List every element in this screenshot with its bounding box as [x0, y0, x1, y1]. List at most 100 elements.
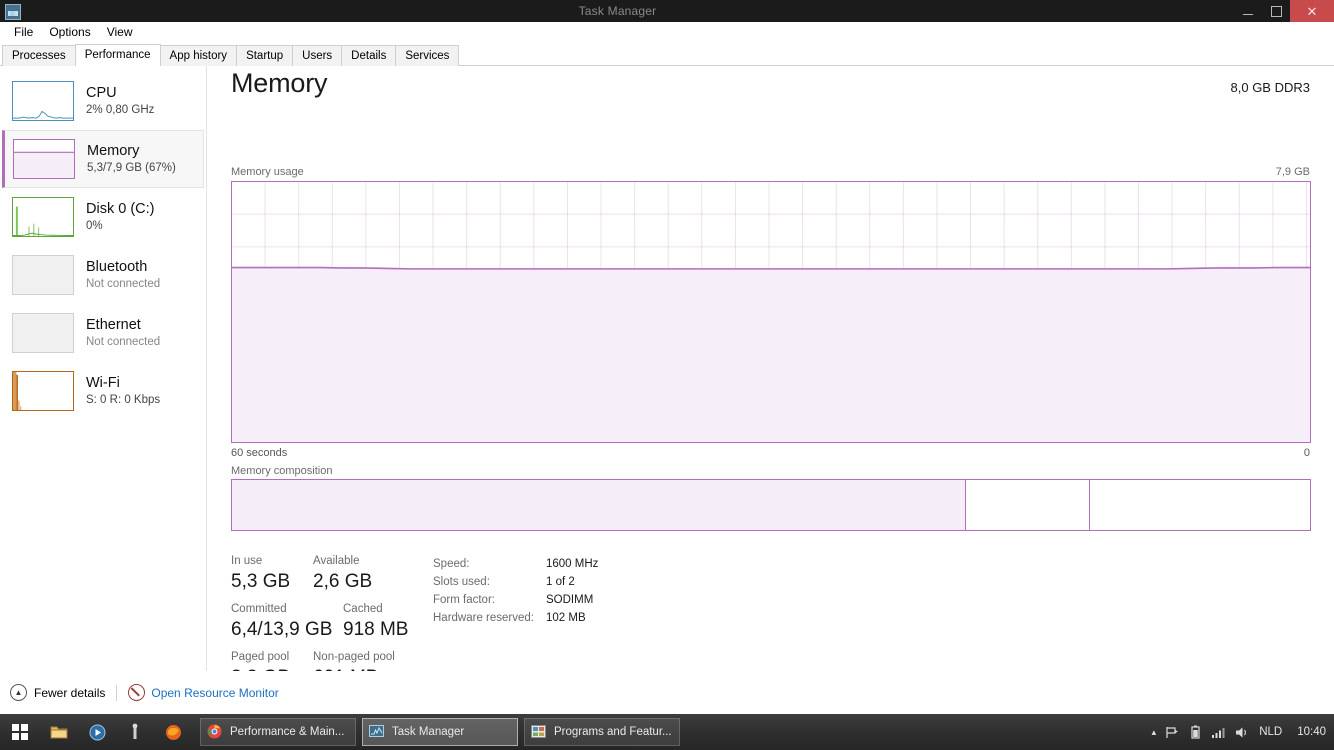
control-panel-icon: [531, 724, 547, 740]
stat-label-committed: Committed: [231, 603, 287, 615]
sidebar-label-bluetooth: Bluetooth: [86, 258, 148, 275]
close-button[interactable]: ✕: [1290, 0, 1334, 22]
kv-key-speed: Speed:: [433, 558, 470, 570]
sidebar-label-ethernet: Ethernet: [86, 316, 141, 333]
chevron-up-icon[interactable]: ▲: [10, 684, 27, 701]
volume-icon[interactable]: [1235, 714, 1250, 750]
taskbar-button-label: Programs and Featur...: [554, 726, 672, 738]
bluetooth-labels: Bluetooth Not connected: [86, 259, 160, 292]
kv-form-factor: Form factor: SODIMM: [433, 591, 598, 609]
window-controls: ✕: [1234, 0, 1334, 22]
resource-sidebar: CPU 2% 0,80 GHz Memory 5,3/7,9 GB (67%): [0, 66, 207, 693]
show-hidden-icons-button[interactable]: ▴: [1152, 727, 1157, 738]
stat-row-2: Committed 6,4/13,9 GB Cached 918 MB: [231, 601, 421, 643]
kv-value-speed: 1600 MHz: [546, 558, 599, 570]
file-explorer-icon[interactable]: [40, 714, 78, 750]
sidebar-detail-bluetooth: Not connected: [86, 277, 161, 290]
bluetooth-thumbnail-graph: [12, 255, 74, 295]
stat-label-in-use: In use: [231, 555, 263, 567]
memory-stats-right: Speed: 1600 MHz Slots used: 1 of 2 Form …: [433, 555, 598, 627]
taskbar-button-label: Performance & Main...: [230, 726, 345, 738]
stat-value-in-use: 5,3 GB: [231, 571, 291, 592]
start-button[interactable]: [0, 714, 40, 750]
wifi-thumbnail-graph: [12, 371, 74, 411]
clock[interactable]: 10:40: [1297, 726, 1326, 738]
tab-users[interactable]: Users: [292, 45, 343, 66]
title-bar: Task Manager ✕: [0, 0, 1334, 22]
open-resource-monitor-link[interactable]: Open Resource Monitor: [151, 686, 278, 700]
sidebar-label-memory: Memory: [87, 142, 140, 159]
sidebar-item-memory[interactable]: Memory 5,3/7,9 GB (67%): [2, 130, 204, 188]
disk-labels: Disk 0 (C:) 0%: [86, 201, 154, 234]
language-indicator[interactable]: NLD: [1259, 726, 1282, 738]
footer-divider: [116, 684, 118, 701]
tab-performance[interactable]: Performance: [74, 44, 161, 66]
page-title: Memory: [231, 68, 328, 98]
sidebar-item-wifi[interactable]: Wi-Fi S: 0 R: 0 Kbps: [2, 362, 204, 420]
windows-logo-icon: [12, 724, 28, 740]
minimize-button[interactable]: [1234, 0, 1262, 22]
taskbar-button-control-panel[interactable]: Programs and Featur...: [524, 718, 680, 746]
sidebar-item-ethernet[interactable]: Ethernet Not connected: [2, 304, 204, 362]
window-title: Task Manager: [578, 4, 657, 18]
memory-composition-bar[interactable]: [231, 479, 1311, 531]
tab-startup[interactable]: Startup: [236, 45, 294, 66]
window-body: File Options View Processes Performance …: [0, 22, 1334, 714]
maximize-button[interactable]: [1262, 0, 1290, 22]
battery-icon[interactable]: [1188, 714, 1202, 750]
stat-cached: Cached 918 MB: [343, 601, 408, 643]
tab-processes[interactable]: Processes: [2, 45, 76, 66]
stat-available: Available 2,6 GB: [313, 553, 372, 595]
ethernet-thumbnail-graph: [12, 313, 74, 353]
sidebar-item-bluetooth[interactable]: Bluetooth Not connected: [2, 246, 204, 304]
flag-icon[interactable]: [1165, 714, 1179, 750]
taskbar-button-label: Task Manager: [392, 726, 465, 738]
memory-composition-label: Memory composition: [231, 465, 333, 477]
menu-file[interactable]: File: [6, 23, 41, 41]
sidebar-item-disk[interactable]: Disk 0 (C:) 0%: [2, 188, 204, 246]
tab-services[interactable]: Services: [395, 45, 460, 66]
network-icon[interactable]: [1211, 714, 1226, 750]
composition-segment-in-use: [232, 480, 966, 530]
usb-icon[interactable]: [116, 714, 154, 750]
memory-usage-graph: [231, 181, 1311, 443]
tab-details[interactable]: Details: [341, 45, 397, 66]
firefox-icon[interactable]: [154, 714, 192, 750]
fewer-details-button[interactable]: Fewer details: [34, 686, 105, 700]
taskbar-button-chrome[interactable]: Performance & Main...: [200, 718, 356, 746]
sidebar-detail-memory: 5,3/7,9 GB (67%): [87, 161, 176, 174]
stat-label-cached: Cached: [343, 603, 383, 615]
taskbar: Performance & Main... Task Manager Program…: [0, 714, 1334, 750]
sidebar-label-disk: Disk 0 (C:): [86, 200, 155, 217]
stat-value-committed: 6,4/13,9 GB: [231, 619, 333, 640]
system-tray: ▴ NLD 10:40: [1152, 714, 1334, 750]
menu-options[interactable]: Options: [41, 23, 98, 41]
status-bar: ▲ Fewer details Open Resource Monitor: [0, 671, 1334, 714]
sidebar-item-cpu[interactable]: CPU 2% 0,80 GHz: [2, 72, 204, 130]
tab-app-history[interactable]: App history: [159, 45, 238, 66]
sidebar-detail-ethernet: Not connected: [86, 335, 161, 348]
kv-key-hardware-reserved: Hardware reserved:: [433, 612, 534, 624]
task-manager-icon: [369, 724, 385, 740]
taskbar-tasks: Performance & Main... Task Manager Program…: [200, 718, 680, 746]
resource-monitor-icon: [128, 684, 146, 701]
taskbar-button-task-manager[interactable]: Task Manager: [362, 718, 518, 746]
stat-label-paged-pool: Paged pool: [231, 651, 290, 663]
graph-axis-right: 0: [1303, 447, 1310, 459]
cpu-labels: CPU 2% 0,80 GHz: [86, 85, 154, 118]
stat-label-available: Available: [313, 555, 360, 567]
task-manager-window: Task Manager ✕ File Options View Process…: [0, 0, 1334, 750]
sidebar-detail-wifi: S: 0 R: 0 Kbps: [86, 393, 161, 406]
kv-key-form-factor: Form factor:: [433, 594, 495, 606]
stat-committed: Committed 6,4/13,9 GB: [231, 601, 343, 643]
content-area: CPU 2% 0,80 GHz Memory 5,3/7,9 GB (67%): [0, 66, 1334, 693]
media-player-icon[interactable]: [78, 714, 116, 750]
menu-view[interactable]: View: [99, 23, 141, 41]
memory-detail-pane: Memory 8,0 GB DDR3 Memory usage 7,9 GB 6…: [207, 66, 1334, 693]
quick-launch: [40, 714, 192, 750]
kv-hardware-reserved: Hardware reserved: 102 MB: [433, 609, 598, 627]
kv-value-slots-used: 1 of 2: [546, 576, 575, 588]
disk-thumbnail-graph: [12, 197, 74, 237]
stat-row-1: In use 5,3 GB Available 2,6 GB: [231, 553, 421, 595]
memory-thumbnail-graph: [13, 139, 75, 179]
